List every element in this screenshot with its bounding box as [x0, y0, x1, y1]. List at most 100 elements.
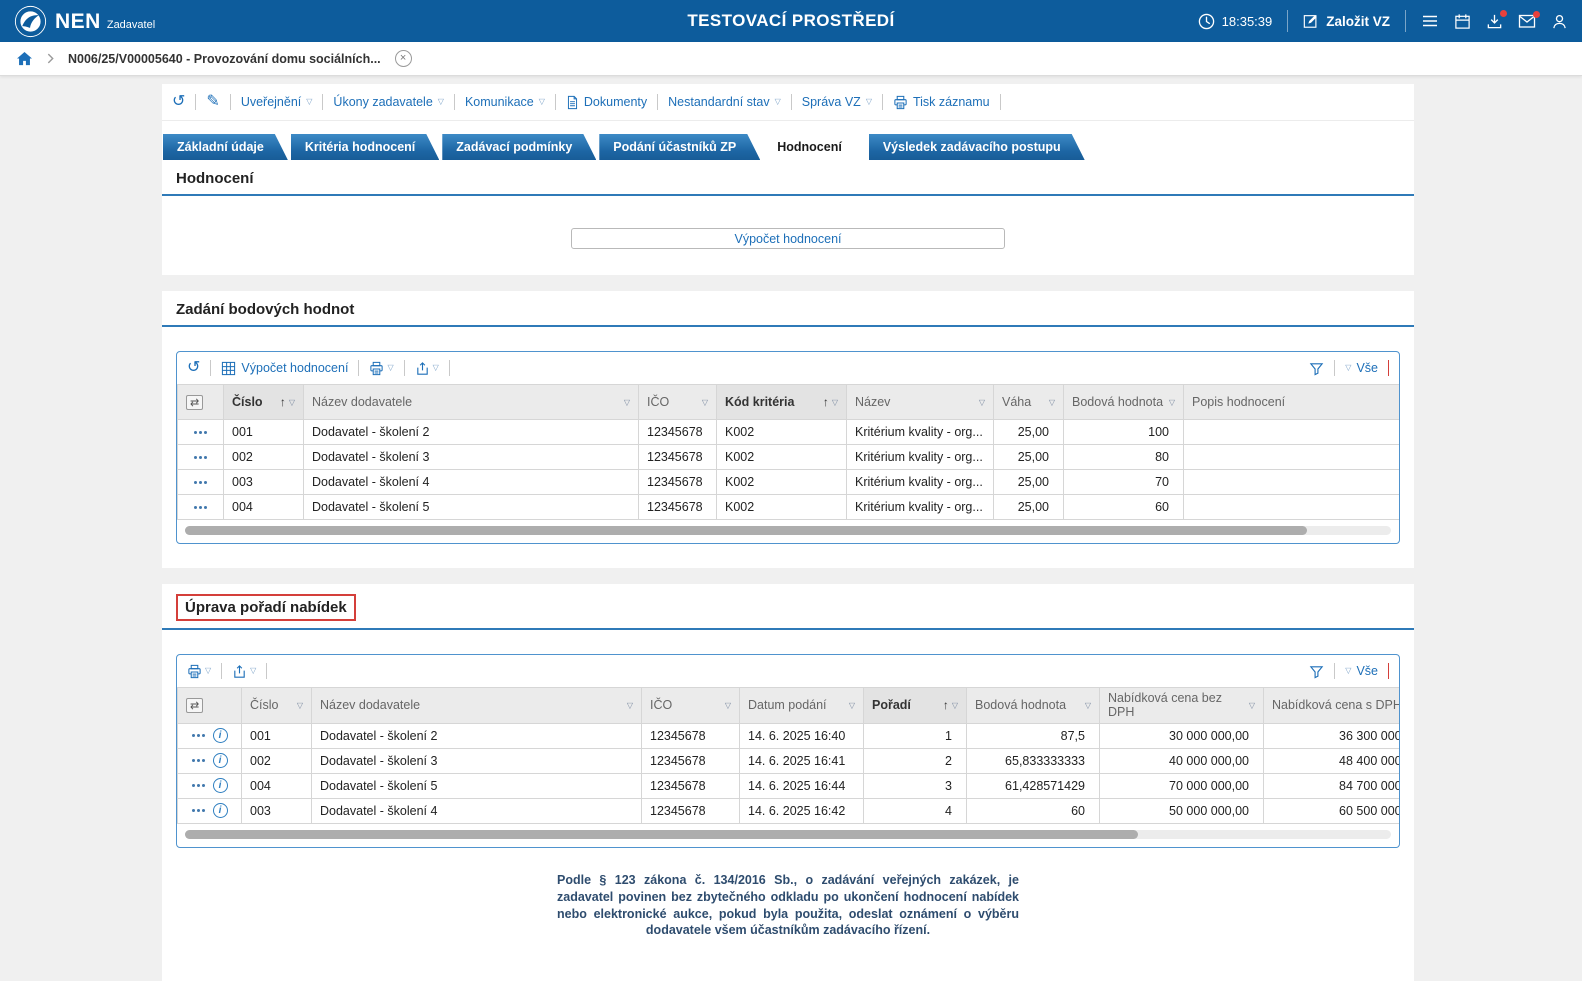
- table-row[interactable]: i001Dodavatel - školení 21234567814. 6. …: [178, 723, 1400, 748]
- grid-cell: 12345678: [639, 420, 717, 445]
- column-filter-icon[interactable]: ▽: [952, 701, 958, 710]
- table-row[interactable]: i004Dodavatel - školení 51234567814. 6. …: [178, 773, 1400, 798]
- tab-kriteria-hodnoceni[interactable]: Kritéria hodnocení: [291, 134, 439, 160]
- menu-uverejneni[interactable]: Uveřejnění▽: [241, 95, 313, 109]
- info-icon[interactable]: i: [213, 778, 228, 793]
- column-filter-icon[interactable]: ▽: [1169, 398, 1175, 407]
- table-row[interactable]: 002Dodavatel - školení 312345678K002Krit…: [178, 445, 1400, 470]
- column-filter-icon[interactable]: ▽: [849, 701, 855, 710]
- menu-nestandardni-stav[interactable]: Nestandardní stav▽: [668, 95, 781, 109]
- menu-komunikace[interactable]: Komunikace▽: [465, 95, 545, 109]
- tab-zadavaci-podminky[interactable]: Zadávací podmínky: [442, 134, 596, 160]
- column-header[interactable]: Váha▽: [994, 385, 1064, 420]
- tab-zakladni-udaje[interactable]: Základní údaje: [163, 134, 288, 160]
- column-header[interactable]: Název▽: [847, 385, 994, 420]
- column-header[interactable]: Číslo▽: [242, 688, 312, 724]
- column-settings-icon[interactable]: ⇄: [186, 395, 203, 410]
- column-header[interactable]: Bodová hodnota▽: [967, 688, 1100, 724]
- column-filter-icon[interactable]: ▽: [832, 398, 838, 407]
- calendar-icon[interactable]: [1454, 13, 1471, 30]
- table-row[interactable]: 004Dodavatel - školení 512345678K002Krit…: [178, 495, 1400, 520]
- info-icon[interactable]: i: [213, 803, 228, 818]
- column-filter-icon[interactable]: ▽: [297, 701, 303, 710]
- scrollbar-thumb[interactable]: [185, 526, 1307, 535]
- column-filter-icon[interactable]: ▽: [1049, 398, 1055, 407]
- column-filter-icon[interactable]: ▽: [979, 398, 985, 407]
- vypocet-hodnoceni-button[interactable]: Výpočet hodnocení: [571, 228, 1005, 249]
- nen-logo-icon[interactable]: [14, 5, 47, 38]
- horizontal-scrollbar[interactable]: [185, 830, 1391, 839]
- tab-podani-ucastniku-zp[interactable]: Podání účastníků ZP: [599, 134, 760, 160]
- breadcrumb[interactable]: N006/25/V00005640 - Provozování domu soc…: [68, 52, 381, 66]
- info-icon[interactable]: i: [213, 728, 228, 743]
- column-header[interactable]: Název dodavatele▽: [304, 385, 639, 420]
- column-header[interactable]: Bodová hodnota▽: [1064, 385, 1184, 420]
- view-selector[interactable]: ▽Vše: [1345, 664, 1378, 678]
- filter-icon[interactable]: [1309, 361, 1324, 376]
- export-icon[interactable]: ▽: [415, 361, 439, 376]
- row-menu-icon[interactable]: [194, 431, 207, 434]
- menu-icon[interactable]: [1421, 12, 1439, 30]
- row-menu-icon[interactable]: [192, 784, 205, 787]
- table-row[interactable]: i002Dodavatel - školení 31234567814. 6. …: [178, 748, 1400, 773]
- messages-icon[interactable]: [1518, 14, 1536, 29]
- row-menu-icon[interactable]: [194, 456, 207, 459]
- tab-vysledek-zadavaciho-postupu[interactable]: Výsledek zadávacího postupu: [869, 134, 1085, 160]
- grid-cell: Dodavatel - školení 5: [312, 773, 642, 798]
- column-header[interactable]: Pořadí↑▽: [864, 688, 967, 724]
- menu-tisk-zaznamu[interactable]: Tisk záznamu: [893, 95, 990, 110]
- downloads-icon[interactable]: [1486, 13, 1503, 30]
- column-header[interactable]: Nabídková cena bez DPH▽: [1100, 688, 1264, 724]
- grid-cell: 4: [864, 798, 967, 823]
- column-header[interactable]: Datum podání▽: [740, 688, 864, 724]
- column-filter-icon[interactable]: ▽: [627, 701, 633, 710]
- column-filter-icon[interactable]: ▽: [702, 398, 708, 407]
- tab-hodnoceni[interactable]: Hodnocení: [763, 134, 866, 160]
- vypocet-hodnoceni-link[interactable]: Výpočet hodnocení: [221, 361, 348, 376]
- column-filter-icon[interactable]: ▽: [1085, 701, 1091, 710]
- edit-icon[interactable]: ✎: [206, 94, 219, 110]
- column-header[interactable]: Popis hodnocení: [1184, 385, 1400, 420]
- grid-cell: 40 000 000,00: [1100, 748, 1264, 773]
- link-label: Výpočet hodnocení: [241, 361, 348, 375]
- horizontal-scrollbar[interactable]: [185, 526, 1391, 535]
- column-filter-icon[interactable]: ▽: [624, 398, 630, 407]
- row-menu-icon[interactable]: [192, 734, 205, 737]
- column-header[interactable]: Nabídková cena s DPH: [1264, 688, 1400, 724]
- view-selector[interactable]: ▽Vše: [1345, 361, 1378, 375]
- row-menu-icon[interactable]: [194, 481, 207, 484]
- zadani-bodovych-hodnot-block: Zadání bodových hodnot ↺ Výpočet hodnoce…: [162, 291, 1414, 568]
- grid-cell: Dodavatel - školení 4: [304, 470, 639, 495]
- scrollbar-thumb[interactable]: [185, 830, 1138, 839]
- print-icon[interactable]: ▽: [369, 361, 393, 376]
- zalozit-vz-button[interactable]: Založit VZ: [1303, 13, 1390, 29]
- column-filter-icon[interactable]: ▽: [1249, 701, 1255, 710]
- row-menu-icon[interactable]: [192, 809, 205, 812]
- close-breadcrumb-icon[interactable]: ×: [395, 50, 412, 67]
- row-menu-icon[interactable]: [194, 506, 207, 509]
- filter-icon[interactable]: [1309, 664, 1324, 679]
- row-menu-icon[interactable]: [192, 759, 205, 762]
- table-row[interactable]: 003Dodavatel - školení 412345678K002Krit…: [178, 470, 1400, 495]
- column-header[interactable]: Název dodavatele▽: [312, 688, 642, 724]
- refresh-icon[interactable]: ↺: [172, 94, 185, 110]
- menu-sprava-vz[interactable]: Správa VZ▽: [802, 95, 872, 109]
- grid-cell: 50 000 000,00: [1100, 798, 1264, 823]
- menu-dokumenty[interactable]: Dokumenty: [566, 95, 647, 110]
- user-icon[interactable]: [1551, 13, 1568, 30]
- column-filter-icon[interactable]: ▽: [725, 701, 731, 710]
- export-icon[interactable]: ▽: [232, 664, 256, 679]
- column-filter-icon[interactable]: ▽: [289, 398, 295, 407]
- table-row[interactable]: i003Dodavatel - školení 41234567814. 6. …: [178, 798, 1400, 823]
- column-header[interactable]: IČO▽: [639, 385, 717, 420]
- print-icon[interactable]: ▽: [187, 664, 211, 679]
- refresh-icon[interactable]: ↺: [187, 360, 200, 376]
- home-icon[interactable]: [16, 51, 33, 66]
- menu-ukony-zadavatele[interactable]: Úkony zadavatele▽: [333, 95, 444, 109]
- column-settings-icon[interactable]: ⇄: [186, 698, 203, 713]
- column-header[interactable]: IČO▽: [642, 688, 740, 724]
- table-row[interactable]: 001Dodavatel - školení 212345678K002Krit…: [178, 420, 1400, 445]
- column-header[interactable]: Kód kritéria↑▽: [717, 385, 847, 420]
- info-icon[interactable]: i: [213, 753, 228, 768]
- column-header[interactable]: Číslo↑▽: [224, 385, 304, 420]
